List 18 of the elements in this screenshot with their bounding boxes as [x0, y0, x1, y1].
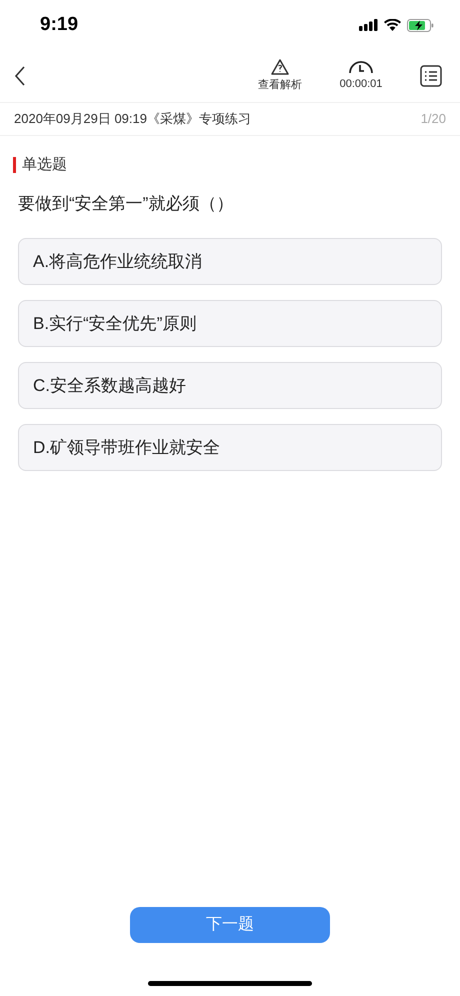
exercise-title: 2020年09月29日 09:19《采煤》专项练习 [14, 110, 251, 128]
timer-text: 00:00:01 [340, 76, 382, 92]
answer-option[interactable]: C.安全系数越高越好 [18, 362, 442, 409]
answer-option[interactable]: A.将高危作业统统取消 [18, 238, 442, 285]
timer-icon [348, 60, 374, 74]
progress-text: 1/20 [420, 110, 446, 128]
wifi-icon [384, 19, 401, 31]
status-time: 9:19 [40, 12, 78, 37]
back-icon[interactable] [14, 66, 26, 86]
warning-icon [271, 58, 289, 75]
battery-icon [407, 18, 434, 32]
answer-option[interactable]: B.实行“安全优先”原则 [18, 300, 442, 347]
analysis-button[interactable]: 查看解析 [250, 58, 310, 94]
list-icon[interactable] [420, 65, 442, 87]
question-text: 要做到“安全第一”就必须（） [18, 192, 234, 214]
answer-option[interactable]: D.矿领导带班作业就安全 [18, 424, 442, 471]
question-type: 单选题 [22, 155, 67, 175]
signal-icon [359, 19, 378, 31]
